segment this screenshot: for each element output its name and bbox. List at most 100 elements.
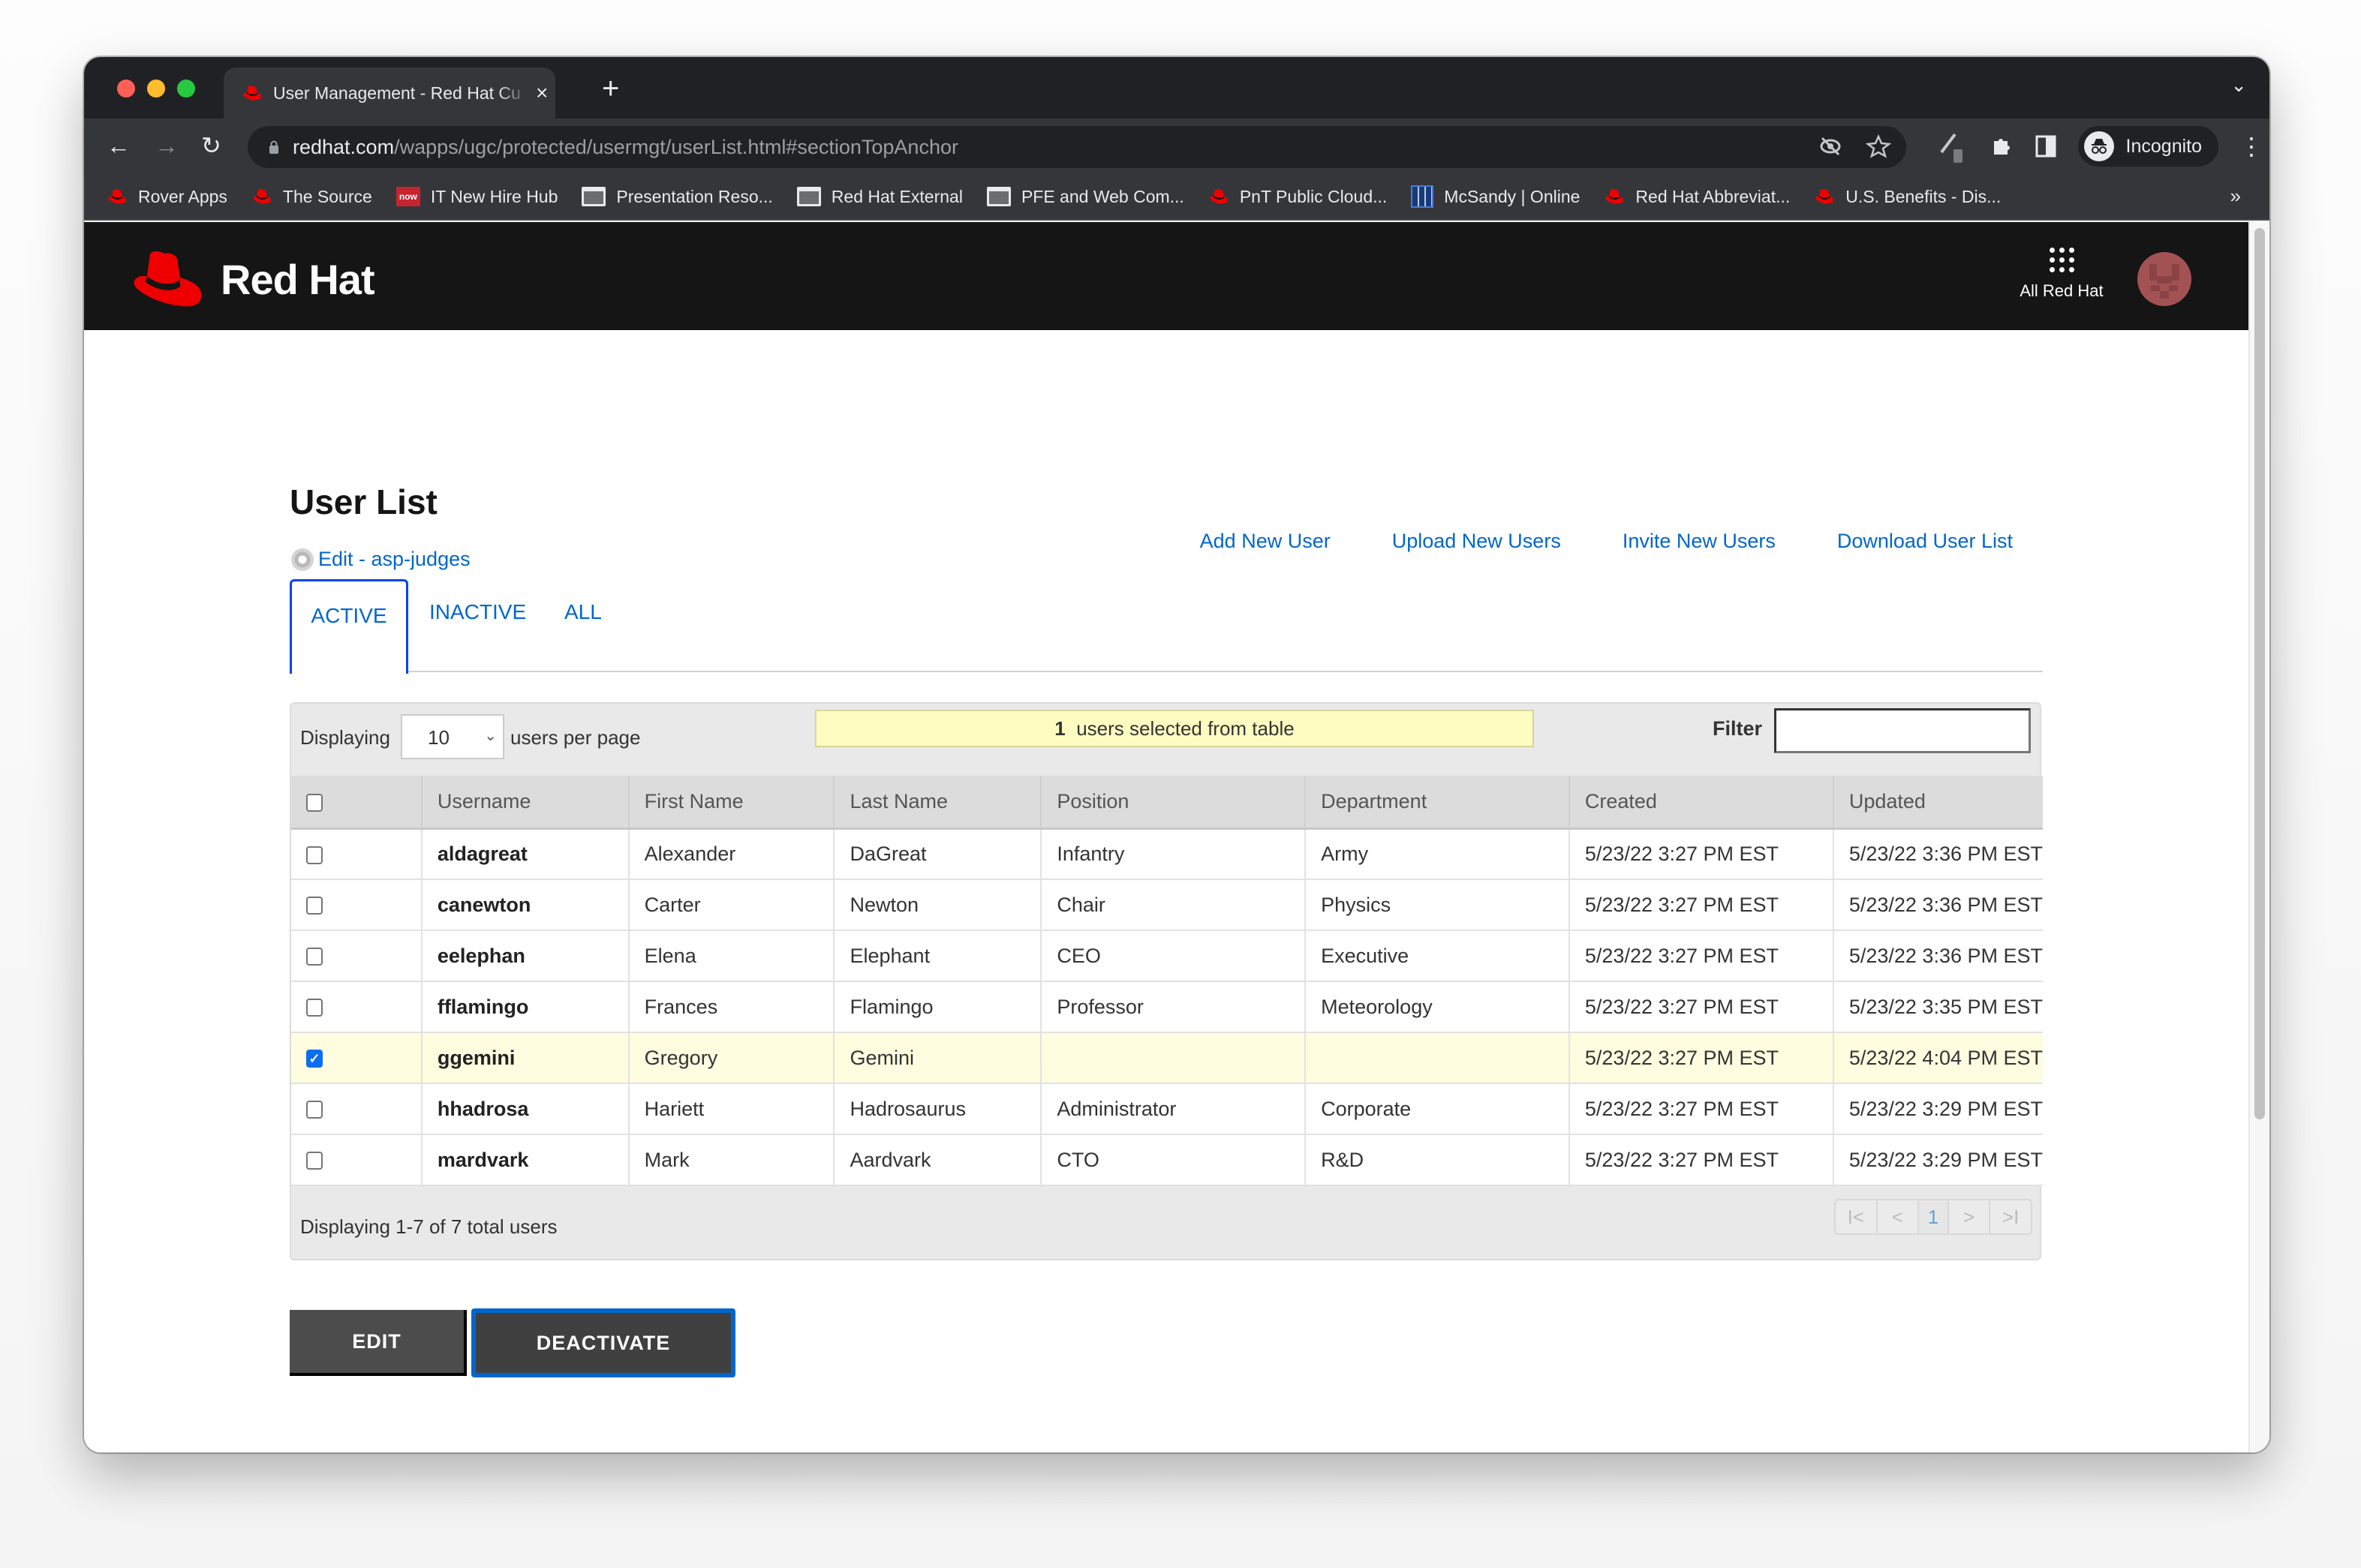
pen-extension-icon[interactable] (1937, 130, 1967, 163)
browser-tab-active[interactable]: User Management - Red Hat Cu × (224, 68, 555, 119)
table-row[interactable]: aldagreat Alexander DaGreat Infantry Army 5/2… (291, 828, 2043, 880)
column-header-last-name[interactable]: Last Name (834, 776, 1042, 830)
cell-position: CTO (1041, 1134, 1307, 1186)
cell-department: R&D (1305, 1134, 1570, 1186)
add-new-user-link[interactable]: Add New User (1200, 530, 1331, 553)
bookmark-item[interactable]: now IT New Hire Hub (396, 187, 558, 207)
page-scrollbar[interactable] (2248, 222, 2269, 1452)
user-avatar[interactable] (2137, 252, 2191, 306)
back-arrow-icon[interactable]: ← (107, 132, 131, 159)
row-checkbox[interactable] (306, 999, 323, 1017)
column-header-username[interactable]: Username (421, 776, 630, 830)
redhat-logo[interactable]: Red Hat (131, 248, 375, 311)
new-tab-button[interactable]: + (602, 72, 619, 106)
filter-label: Filter (1713, 717, 1763, 740)
bookmark-item[interactable]: McSandy | Online (1411, 185, 1580, 208)
selection-banner: 1 users selected from table (815, 710, 1534, 747)
select-all-cell (291, 776, 423, 830)
redhat-hat-icon (1604, 188, 1625, 206)
bookmark-item[interactable]: Red Hat Abbreviat... (1604, 187, 1790, 207)
all-red-hat-menu[interactable]: All Red Hat (2013, 248, 2110, 301)
bookmark-item[interactable]: Red Hat External (796, 187, 963, 207)
browser-menu-icon[interactable]: ⋮ (2239, 134, 2263, 158)
close-window-button[interactable] (117, 80, 135, 98)
row-checkbox[interactable] (306, 846, 323, 864)
bookmark-label: U.S. Benefits - Dis... (1845, 186, 2002, 206)
incognito-profile-button[interactable]: Incognito (2077, 126, 2218, 167)
column-header-position[interactable]: Position (1041, 776, 1307, 830)
filter-input[interactable] (1774, 708, 2031, 753)
bookmark-item[interactable]: Presentation Reso... (582, 187, 773, 207)
pagination: I< < 1 > >I (1834, 1199, 2032, 1235)
bookmark-label: IT New Hire Hub (430, 186, 558, 206)
previous-page-button[interactable]: < (1878, 1200, 1920, 1233)
maximize-window-button[interactable] (177, 80, 195, 98)
row-checkbox[interactable] (306, 1101, 323, 1119)
cell-username: fflamingo (421, 981, 630, 1033)
forward-arrow-icon[interactable]: → (155, 132, 179, 159)
tab-close-icon[interactable]: × (536, 81, 548, 105)
row-checkbox[interactable] (306, 1152, 323, 1170)
cell-updated: 5/23/22 3:36 PM EST (1833, 930, 2043, 982)
cell-position: Administrator (1041, 1083, 1307, 1135)
invite-new-users-link[interactable]: Invite New Users (1623, 530, 1776, 553)
column-header-created[interactable]: Created (1568, 776, 1834, 830)
upload-new-users-link[interactable]: Upload New Users (1392, 530, 1561, 553)
bookmark-item[interactable]: PnT Public Cloud... (1208, 187, 1387, 207)
table-row[interactable]: eelephan Elena Elephant CEO Executive 5/23/22… (291, 930, 2043, 982)
avatar-pixel-icon (2149, 264, 2179, 299)
eye-off-icon[interactable] (1818, 134, 1843, 159)
bookmark-item[interactable]: U.S. Benefits - Dis... (1814, 187, 2001, 207)
tab-active[interactable]: ACTIVE (290, 579, 408, 674)
last-page-button[interactable]: >I (1990, 1200, 2031, 1233)
cell-username: eelephan (421, 930, 630, 982)
next-page-button[interactable]: > (1949, 1200, 1991, 1233)
column-header-updated[interactable]: Updated (1833, 776, 2043, 830)
cell-created: 5/23/22 3:27 PM EST (1568, 981, 1834, 1033)
bookmark-label: PnT Public Cloud... (1239, 186, 1388, 206)
address-bar[interactable]: redhat.com/wapps/ugc/protected/usermgt/u… (248, 126, 1906, 168)
table-row[interactable]: hhadrosa Hariett Hadrosaurus Administrator C… (291, 1083, 2043, 1135)
cell-updated: 5/23/22 3:36 PM EST (1833, 879, 2043, 931)
column-header-first-name[interactable]: First Name (628, 776, 835, 830)
row-checkbox[interactable] (306, 897, 323, 915)
current-page[interactable]: 1 (1919, 1200, 1949, 1233)
cell-created: 5/23/22 3:27 PM EST (1568, 1083, 1834, 1135)
bookmark-item[interactable]: Rover Apps (107, 187, 227, 207)
row-select-cell (291, 879, 423, 931)
tab-inactive[interactable]: INACTIVE (429, 579, 526, 672)
edit-button[interactable]: EDIT (290, 1310, 467, 1376)
side-panel-icon[interactable] (2035, 134, 2057, 159)
per-page-select[interactable]: 10 ⌄ (401, 714, 504, 759)
cell-department (1305, 1032, 1570, 1084)
bookmarks-overflow-button[interactable]: » (2230, 185, 2241, 208)
cell-created: 5/23/22 3:27 PM EST (1568, 828, 1834, 880)
edit-group-link[interactable]: Edit - asp-judges (291, 548, 471, 571)
minimize-window-button[interactable] (147, 80, 165, 98)
bookmark-star-icon[interactable] (1866, 134, 1891, 159)
cell-first: Alexander (628, 828, 835, 880)
deactivate-button[interactable]: DEACTIVATE (471, 1308, 735, 1377)
extensions-puzzle-icon[interactable] (1988, 134, 2014, 159)
table-row[interactable]: canewton Carter Newton Chair Physics 5/23/22 … (291, 879, 2043, 931)
select-all-checkbox[interactable] (306, 793, 323, 812)
user-actions: Add New User Upload New Users Invite New… (1200, 530, 2013, 553)
cell-last: Flamingo (834, 981, 1042, 1033)
cell-updated: 5/23/22 3:29 PM EST (1833, 1083, 2043, 1135)
first-page-button[interactable]: I< (1836, 1200, 1878, 1233)
bookmarks-bar: Rover Apps The Source now IT New Hire Hub Pr… (84, 174, 2269, 221)
row-checkbox[interactable] (306, 948, 323, 966)
table-row[interactable]: mardvark Mark Aardvark CTO R&D 5/23/22 3:27 P… (291, 1134, 2043, 1186)
cell-position: CEO (1041, 930, 1307, 982)
bookmark-item[interactable]: PFE and Web Com... (986, 187, 1184, 207)
column-header-department[interactable]: Department (1305, 776, 1570, 830)
scrollbar-thumb[interactable] (2254, 228, 2265, 1119)
tab-search-chevron-icon[interactable]: ⌄ (2230, 74, 2247, 97)
table-row[interactable]: ✓ ggemini Gregory Gemini 5/23/22 3:27 PM EST… (291, 1032, 2043, 1084)
reload-icon[interactable]: ↻ (201, 132, 221, 159)
table-row[interactable]: fflamingo Frances Flamingo Professor Meteoro… (291, 981, 2043, 1033)
row-checkbox[interactable]: ✓ (306, 1050, 323, 1068)
download-user-list-link[interactable]: Download User List (1837, 530, 2013, 553)
bookmark-item[interactable]: The Source (251, 187, 372, 207)
tab-all[interactable]: ALL (564, 579, 602, 672)
